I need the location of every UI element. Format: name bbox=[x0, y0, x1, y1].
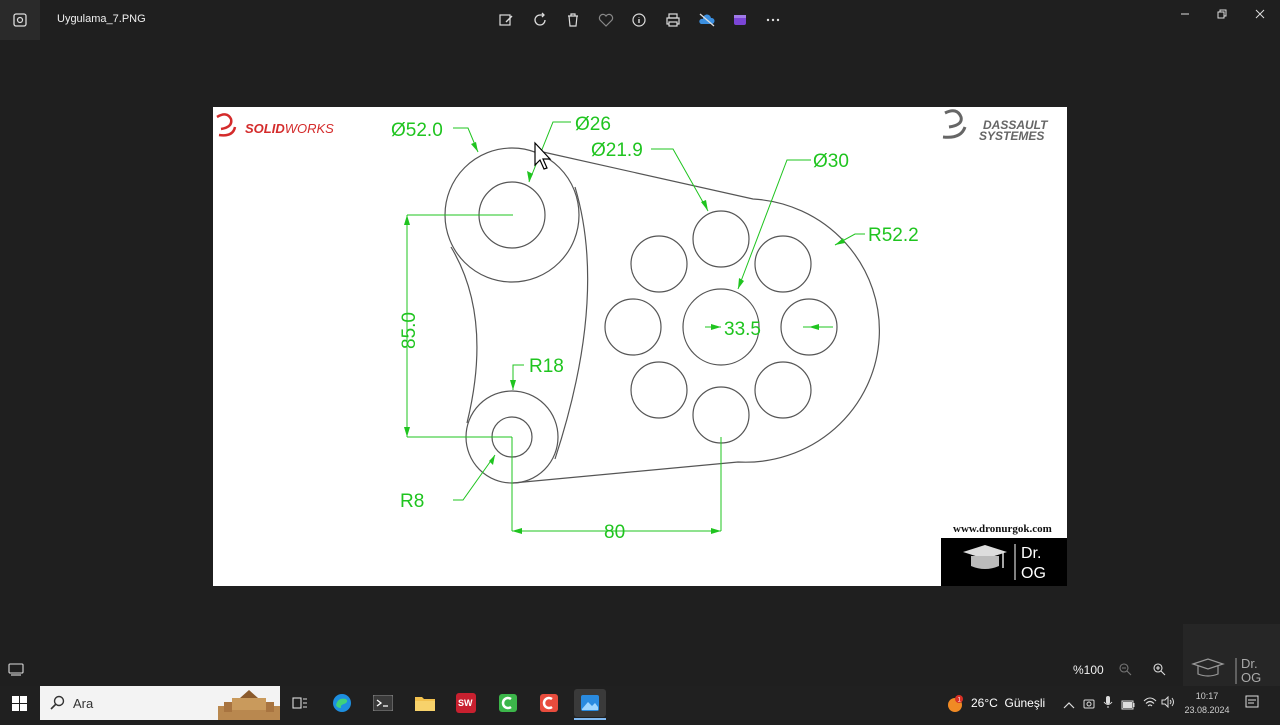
svg-text:SW: SW bbox=[458, 698, 473, 708]
left-concave-arc bbox=[450, 246, 478, 424]
weather-text[interactable]: 26°C Güneşli bbox=[971, 696, 1045, 710]
camtasia-icon[interactable] bbox=[492, 689, 524, 717]
taskbar-clock[interactable]: 10:17 23.08.2024 bbox=[1183, 689, 1231, 717]
rotate-icon[interactable] bbox=[528, 8, 552, 32]
solidworks-icon[interactable]: SW bbox=[450, 689, 482, 717]
favorite-icon[interactable] bbox=[594, 8, 618, 32]
dim-r8: R8 bbox=[400, 491, 424, 512]
badge-line1: Dr. bbox=[1021, 545, 1041, 562]
taskbar-search[interactable]: Ara bbox=[40, 686, 280, 720]
part-geometry bbox=[444, 147, 881, 484]
dim-r18: R18 bbox=[529, 356, 564, 377]
title-bar: Uygulama_7.PNG bbox=[0, 0, 1280, 40]
notification-icon[interactable] bbox=[1245, 695, 1259, 714]
dim-d219: Ø21.9 bbox=[591, 140, 643, 161]
weather-temp: 26°C bbox=[971, 696, 998, 710]
dim-85: 85.0 bbox=[399, 312, 420, 349]
windows-start-icon[interactable] bbox=[12, 696, 27, 716]
search-placeholder: Ara bbox=[73, 696, 94, 711]
volume-icon[interactable] bbox=[1161, 695, 1175, 713]
dassault-logo: DASSAULT SYSTEMES bbox=[942, 109, 1049, 143]
hole-bottom bbox=[692, 386, 750, 444]
dr-og-badge: Dr. OG bbox=[941, 538, 1067, 586]
weather-icon[interactable]: 1 bbox=[946, 695, 964, 718]
microphone-icon[interactable] bbox=[1103, 695, 1113, 714]
zoom-level[interactable]: %100 bbox=[1073, 663, 1104, 677]
mouse-cursor-icon bbox=[534, 141, 552, 170]
hole-top bbox=[692, 210, 750, 268]
edit-image-icon[interactable] bbox=[494, 8, 518, 32]
print-icon[interactable] bbox=[661, 8, 685, 32]
weather-condition: Güneşli bbox=[1004, 696, 1046, 710]
clipchamp-icon[interactable] bbox=[728, 8, 752, 32]
dimension-labels: Ø52.0 Ø26 Ø21.9 Ø30 R52.2 33.5 R18 R8 80… bbox=[391, 114, 919, 543]
minimize-icon[interactable] bbox=[1173, 4, 1197, 24]
right-link-arc bbox=[554, 186, 589, 460]
camera-tray-icon[interactable] bbox=[1083, 696, 1095, 714]
dim-335: 33.5 bbox=[724, 319, 761, 340]
terminal-icon[interactable] bbox=[367, 689, 399, 717]
hole-bottom-left bbox=[630, 361, 688, 419]
hole-top-right bbox=[754, 235, 812, 293]
photos-icon[interactable] bbox=[574, 689, 606, 717]
svg-text:OG: OG bbox=[1241, 670, 1261, 685]
dim-80: 80 bbox=[604, 522, 625, 543]
cad-drawing: SOLIDWORKS DASSAULT SYSTEMES Ø52.0 Ø26 Ø… bbox=[216, 109, 1052, 543]
dim-d30: Ø30 bbox=[813, 151, 849, 172]
zoom-in-icon[interactable] bbox=[1152, 662, 1166, 681]
camtasia-rec-icon[interactable] bbox=[533, 689, 565, 717]
clock-time: 10:17 bbox=[1195, 691, 1219, 701]
status-bar: %100 bbox=[0, 654, 1280, 686]
svg-text:SOLIDWORKS: SOLIDWORKS bbox=[245, 121, 334, 136]
dim-d26: Ø26 bbox=[575, 114, 611, 135]
restore-icon[interactable] bbox=[1210, 4, 1234, 24]
photos-app-icon[interactable] bbox=[0, 0, 40, 40]
file-explorer-icon[interactable] bbox=[409, 689, 441, 717]
close-icon[interactable] bbox=[1248, 4, 1272, 24]
search-highlight-icon bbox=[218, 688, 280, 725]
dim-d52: Ø52.0 bbox=[391, 120, 443, 141]
badge-line2: OG bbox=[1021, 565, 1046, 582]
svg-text:SYSTEMES: SYSTEMES bbox=[979, 129, 1044, 143]
hole-left bbox=[604, 298, 662, 356]
graduation-cap-icon bbox=[963, 545, 1007, 569]
delete-icon[interactable] bbox=[561, 8, 585, 32]
solidworks-logo: SOLIDWORKS bbox=[216, 113, 334, 137]
zoom-out-icon[interactable] bbox=[1118, 662, 1132, 681]
clock-date: 23.08.2024 bbox=[1184, 705, 1230, 715]
outer-profile bbox=[512, 151, 881, 484]
hole-bottom-right bbox=[754, 361, 812, 419]
search-icon bbox=[50, 695, 65, 715]
battery-icon[interactable] bbox=[1121, 697, 1135, 715]
tray-chevron-icon[interactable] bbox=[1063, 697, 1075, 715]
task-view-icon[interactable] bbox=[284, 689, 316, 717]
taskbar: Ara SW 1 26°C Güneşli 10:17 23.08.2024 bbox=[0, 686, 1280, 720]
file-name: Uygulama_7.PNG bbox=[57, 13, 146, 25]
wifi-icon[interactable] bbox=[1143, 695, 1157, 713]
website-label: www.dronurgok.com bbox=[953, 523, 1052, 535]
dimension-arrows bbox=[404, 142, 845, 534]
edge-icon[interactable] bbox=[326, 689, 358, 717]
onedrive-off-icon[interactable] bbox=[695, 8, 719, 32]
hole-top-left bbox=[630, 235, 688, 293]
displayed-image: SOLIDWORKS DASSAULT SYSTEMES Ø52.0 Ø26 Ø… bbox=[213, 107, 1067, 586]
more-icon[interactable] bbox=[761, 8, 785, 32]
dim-r522: R52.2 bbox=[868, 225, 919, 246]
info-icon[interactable] bbox=[627, 8, 651, 32]
watermark-logo: Dr. OG bbox=[1183, 624, 1280, 686]
svg-text:Dr.: Dr. bbox=[1241, 656, 1258, 671]
filmstrip-icon[interactable] bbox=[8, 662, 24, 681]
